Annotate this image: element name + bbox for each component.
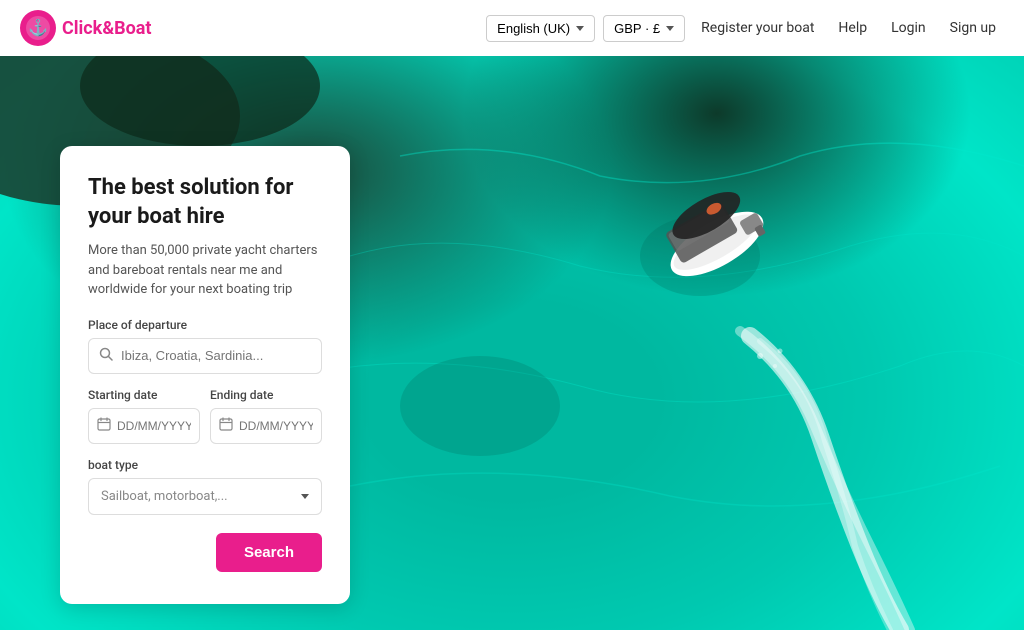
language-label: English (UK) [497, 21, 570, 36]
help-link[interactable]: Help [830, 20, 875, 36]
calendar-start-icon [97, 417, 111, 435]
starting-date-input[interactable] [117, 419, 191, 433]
currency-label: GBP · £ [614, 21, 660, 36]
ending-date-input-wrap [210, 408, 322, 444]
departure-label: Place of departure [88, 318, 322, 332]
calendar-end-icon [219, 417, 233, 435]
hero-subtext: More than 50,000 private yacht charters … [88, 241, 322, 300]
boat-type-field: boat type Sailboat, motorboat,... [88, 458, 322, 515]
date-row: Starting date Ending date [88, 388, 322, 444]
logo: ⚓ Click&Boat [20, 10, 486, 46]
register-boat-link[interactable]: Register your boat [693, 20, 822, 36]
departure-input[interactable] [121, 348, 311, 363]
search-btn-wrap: Search [88, 533, 322, 572]
nav-right: English (UK) GBP · £ Register your boat … [486, 15, 1004, 42]
ending-date-input[interactable] [239, 419, 313, 433]
starting-date-label: Starting date [88, 388, 200, 402]
ending-date-label: Ending date [210, 388, 322, 402]
currency-selector[interactable]: GBP · £ [603, 15, 685, 42]
chevron-down-icon [576, 26, 584, 31]
chevron-down-icon [666, 26, 674, 31]
login-link[interactable]: Login [883, 20, 934, 36]
search-button[interactable]: Search [216, 533, 322, 572]
signup-link[interactable]: Sign up [942, 20, 1004, 36]
chevron-down-icon [301, 494, 309, 499]
boat-type-placeholder: Sailboat, motorboat,... [101, 489, 228, 504]
logo-text: Click&Boat [62, 18, 152, 39]
logo-icon: ⚓ [20, 10, 56, 46]
language-selector[interactable]: English (UK) [486, 15, 595, 42]
hero-heading: The best solution for your boat hire [88, 174, 322, 231]
starting-date-field: Starting date [88, 388, 200, 444]
departure-input-wrap [88, 338, 322, 374]
starting-date-input-wrap [88, 408, 200, 444]
navbar: ⚓ Click&Boat English (UK) GBP · £ Regist… [0, 0, 1024, 56]
svg-text:⚓: ⚓ [28, 18, 48, 37]
ending-date-field: Ending date [210, 388, 322, 444]
boat-type-label: boat type [88, 458, 322, 472]
search-card: The best solution for your boat hire Mor… [60, 146, 350, 604]
search-icon [99, 347, 113, 365]
hero-section: The best solution for your boat hire Mor… [0, 56, 1024, 630]
boat-type-select[interactable]: Sailboat, motorboat,... [88, 478, 322, 515]
